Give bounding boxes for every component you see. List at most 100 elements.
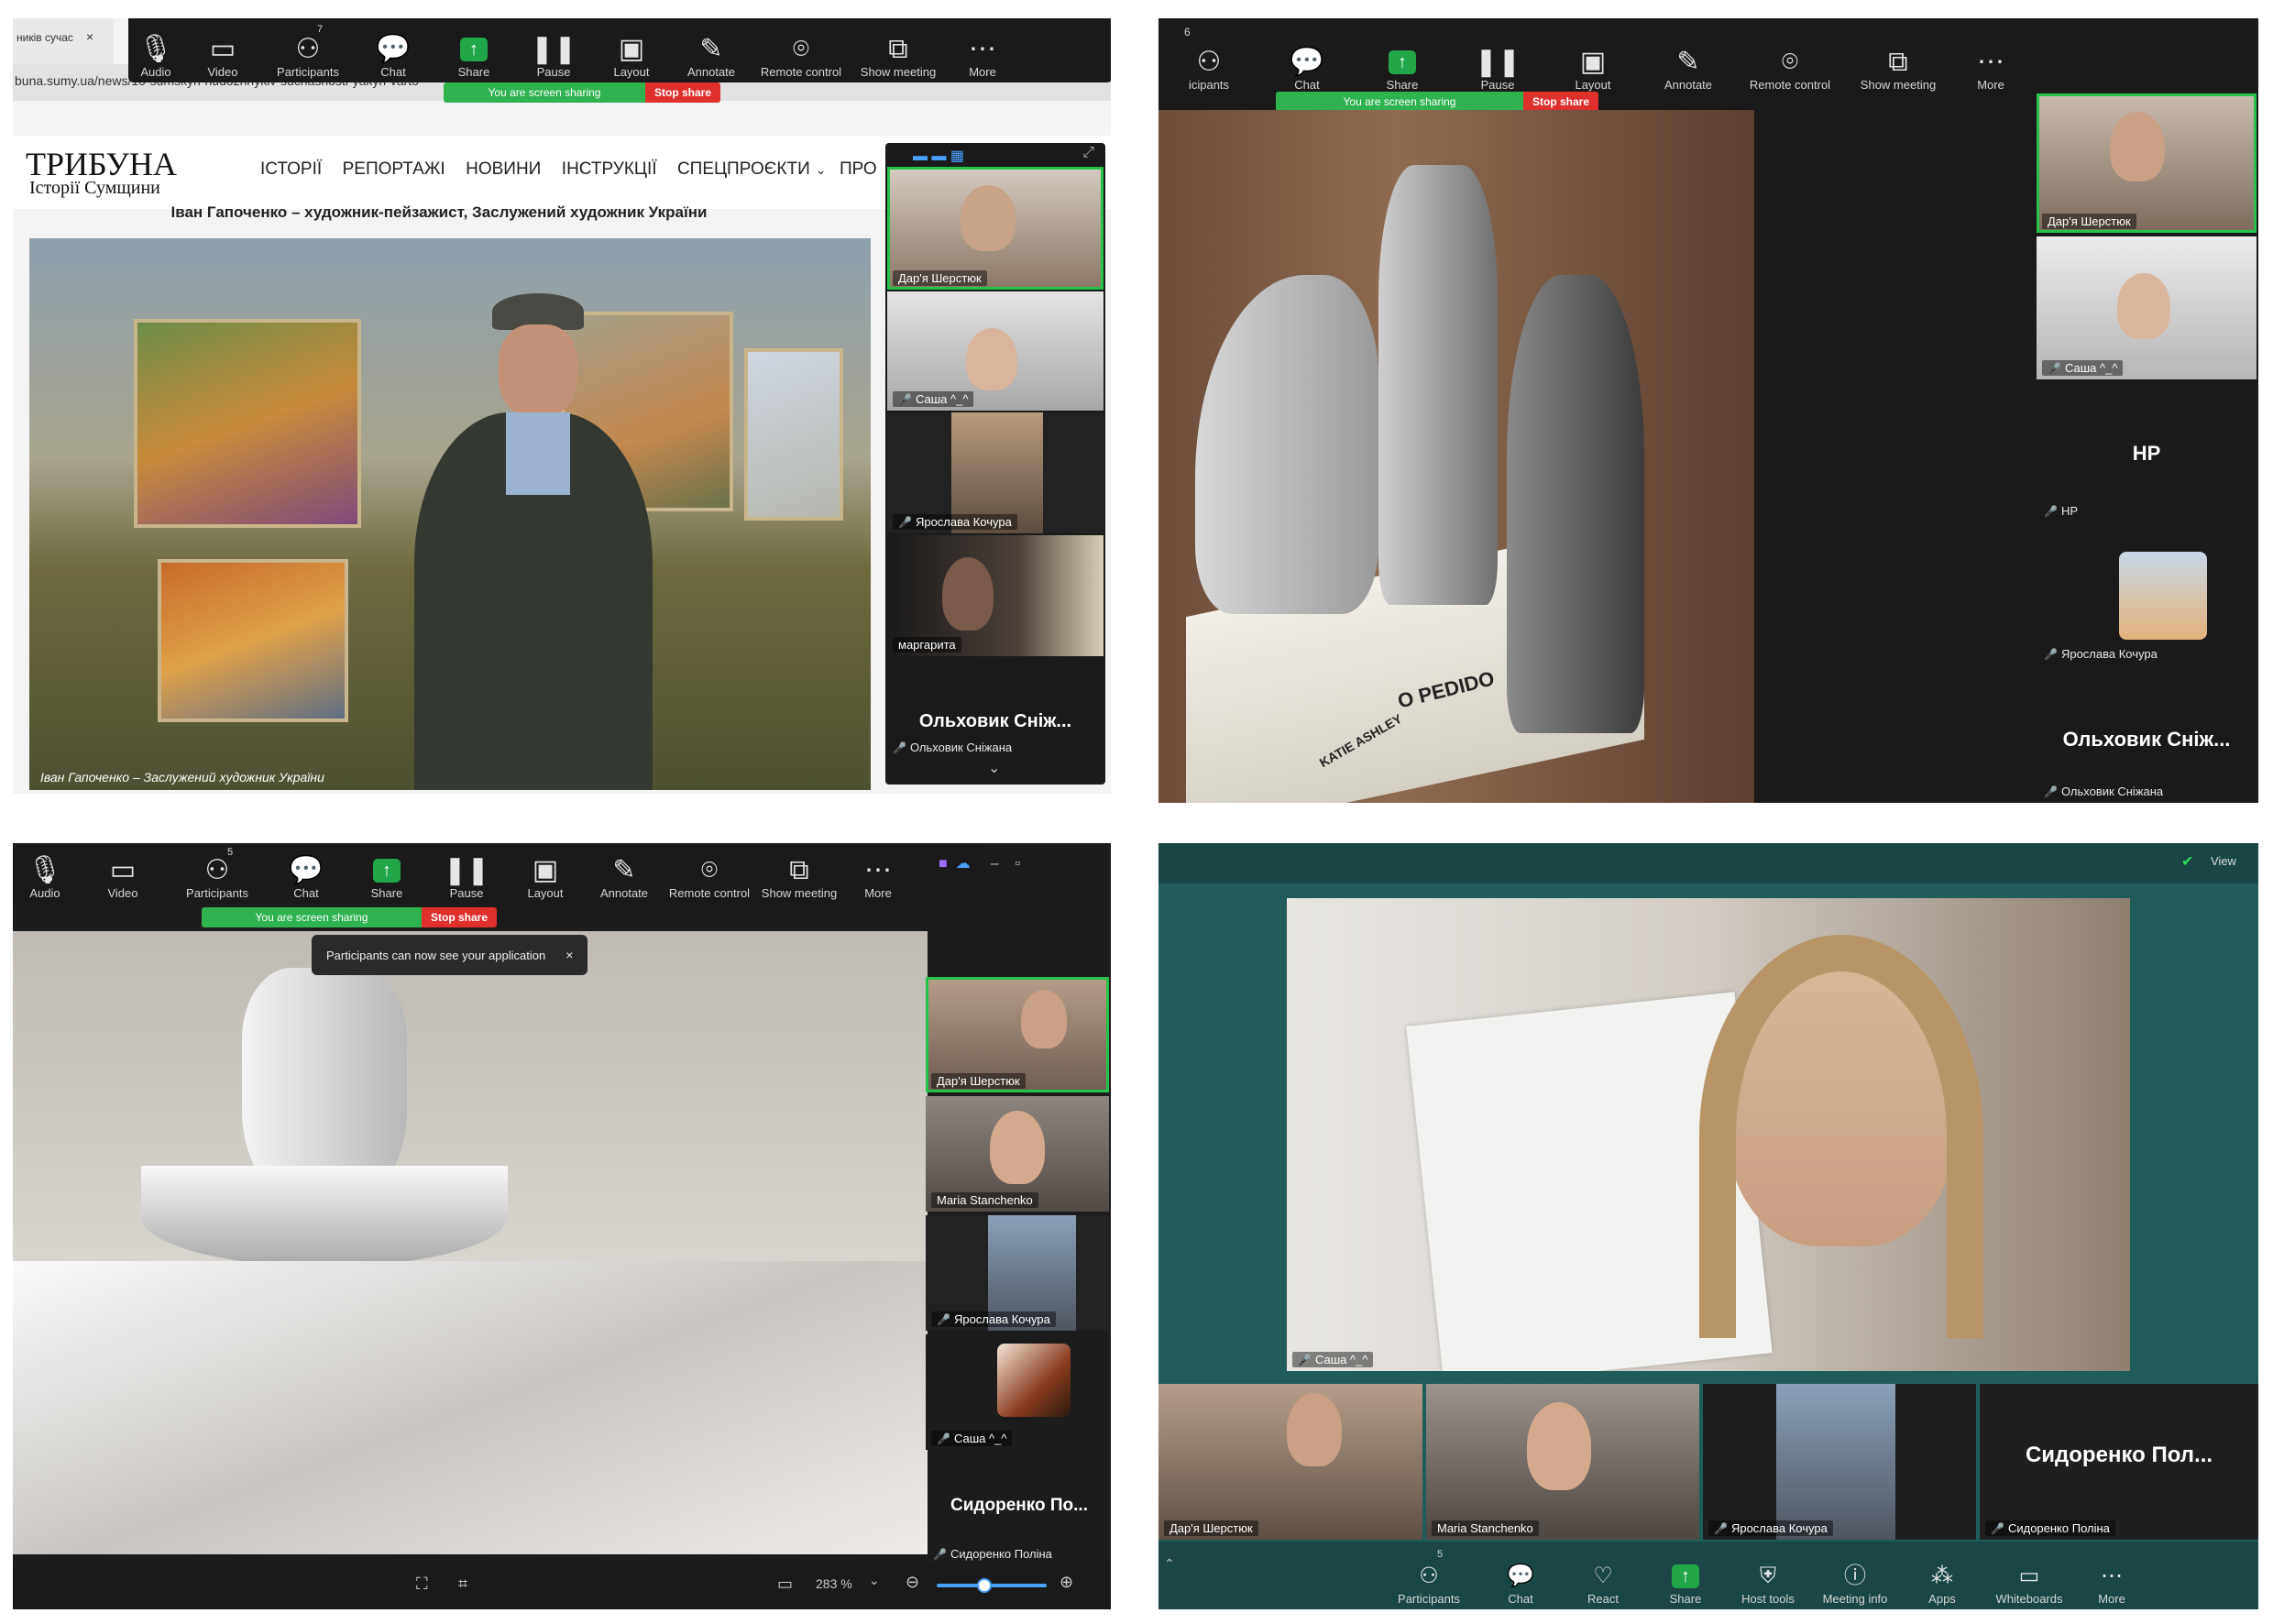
more-button[interactable]: ⋯ More <box>843 843 913 904</box>
participants-button[interactable]: ⚇ 5 Participants <box>1378 1542 1479 1609</box>
video-button[interactable]: ▭ Video <box>183 18 262 82</box>
encryption-shield-icon[interactable]: ✔ <box>2181 852 2193 871</box>
participant-tile[interactable]: 🎤 Саша ^_^ <box>887 291 1104 411</box>
participants-button[interactable]: ⚇ 5 Participants <box>169 843 266 904</box>
participant-tile[interactable]: Дар'я Шерстюк <box>926 977 1109 1092</box>
participant-tile[interactable]: Дар'я Шерстюк <box>2037 93 2257 233</box>
original-size-icon[interactable]: ▭ <box>777 1575 793 1594</box>
more-button[interactable]: ⋯ More <box>2075 1542 2148 1609</box>
host-tools-button[interactable]: ⛨ Host tools <box>1727 1542 1809 1609</box>
mouse-icon: ⌾ <box>793 34 809 64</box>
pause-button[interactable]: ❚❚ Pause <box>427 843 506 904</box>
participant-tile[interactable]: Maria Stanchenko <box>1426 1384 1699 1540</box>
whiteboards-button[interactable]: ▭ Whiteboards <box>1983 1542 2075 1609</box>
zoom-slider-handle[interactable] <box>977 1578 992 1593</box>
annotate-button[interactable]: ✎ Annotate <box>585 843 664 904</box>
annotate-button[interactable]: ✎ Annotate <box>1641 18 1736 95</box>
remote-control-button[interactable]: ⌾ Remote control <box>664 843 755 904</box>
share-button[interactable]: ↑ Share <box>1644 1542 1727 1609</box>
pause-button[interactable]: ❚❚ Pause <box>515 18 592 82</box>
stop-share-button[interactable]: Stop share <box>645 82 721 103</box>
zoom-percentage[interactable]: 283 % <box>816 1576 852 1591</box>
show-meeting-icon: ⧉ <box>789 855 809 885</box>
nav-pro[interactable]: ПРО <box>840 159 877 179</box>
participant-tile[interactable]: 🎤 Ярослава Кочура <box>926 1215 1109 1331</box>
participants-icon: ⚇ <box>295 34 321 64</box>
mic-muted-icon: 🎤 <box>898 393 912 406</box>
view-icons[interactable]: ▬ ▬ ▦ <box>913 147 964 165</box>
participant-tile[interactable]: 🎤 Ярослава Кочура <box>887 412 1104 533</box>
pitcher-image <box>13 931 928 1554</box>
nav-reportazhi[interactable]: РЕПОРТАЖІ <box>343 159 445 179</box>
participant-tile[interactable]: Maria Stanchenko <box>926 1096 1109 1212</box>
chevron-down-icon[interactable]: ⌄ <box>869 1573 880 1588</box>
share-button[interactable]: ↑ Share <box>433 18 515 82</box>
react-button[interactable]: ♡ React <box>1562 1542 1644 1609</box>
chat-button[interactable]: 💬 Chat <box>266 843 346 904</box>
scroll-down-icon[interactable]: ⌄ <box>988 759 1000 777</box>
toolbar-left-chevron[interactable]: ⌃ <box>1164 1556 1175 1572</box>
layout-button[interactable]: ▣ Layout <box>506 843 585 904</box>
audio-button[interactable]: 🎙 Audio <box>128 18 183 82</box>
expand-icon[interactable]: ⤢ <box>1082 145 1094 161</box>
participants-icon: ⚇ <box>1196 47 1222 77</box>
nav-instruktsii[interactable]: ІНСТРУКЦІЇ <box>562 159 657 179</box>
participants-button[interactable]: ⚇ 7 Participants <box>262 18 354 82</box>
minimize-icon[interactable]: – <box>991 856 999 872</box>
browser-tab[interactable]: ників сучас × <box>13 18 114 64</box>
camera-icon: ▭ <box>209 34 236 64</box>
participant-tile[interactable]: маргарита <box>887 535 1104 656</box>
stop-share-button[interactable]: Stop share <box>1523 92 1599 112</box>
participants-button[interactable]: ⚇ 6 icipants <box>1158 18 1259 95</box>
meeting-info-button[interactable]: ⓘ Meeting info <box>1809 1542 1901 1609</box>
layout-button[interactable]: ▣ Layout <box>1545 18 1641 95</box>
video-button[interactable]: ▭ Video <box>77 843 169 904</box>
remote-control-button[interactable]: ⌾ Remote control <box>752 18 851 82</box>
participant-tile[interactable]: Сидоренко Пол... 🎤 Сидоренко Поліна <box>1980 1384 2258 1540</box>
chat-button[interactable]: 💬 Chat <box>1259 18 1355 95</box>
participant-tile[interactable]: 🎤 Саша ^_^ <box>926 1334 1109 1450</box>
show-meeting-button[interactable]: ⧉ Show meeting <box>851 18 946 82</box>
window-controls[interactable]: ■ ☁ – ▫ <box>939 854 1020 872</box>
more-button[interactable]: ⋯ More <box>946 18 1019 82</box>
audio-button[interactable]: 🎙 Audio <box>13 843 77 904</box>
mic-muted-icon: 🎤 <box>2044 505 2058 518</box>
share-button[interactable]: ↑ Share <box>1355 18 1450 95</box>
zoom-toolbar: 🎙 Audio ▭ Video ⚇ 5 Participants 💬 Chat ↑ Shar… <box>13 843 984 904</box>
nav-spetsproekty[interactable]: СПЕЦПРОЄКТИ <box>677 159 810 179</box>
chat-button[interactable]: 💬 Chat <box>354 18 433 82</box>
nav-istorii[interactable]: ІСТОРІЇ <box>260 159 322 179</box>
annotate-button[interactable]: ✎ Annotate <box>671 18 752 82</box>
capture-icon[interactable]: ⌗ <box>458 1575 467 1594</box>
site-logo-subtitle: Історії Сумщини <box>29 178 160 198</box>
apps-button[interactable]: ⁂ Apps <box>1901 1542 1983 1609</box>
zoom-toolbar: ⌃ ⚇ 5 Participants 💬 Chat ♡ React ↑ Share ⛨ Ho… <box>1158 1542 2258 1609</box>
participant-avatar[interactable] <box>2119 552 2207 640</box>
main-speaker-tile[interactable]: 🎤 Саша ^_^ <box>1287 898 2130 1371</box>
nav-novyny[interactable]: НОВИНИ <box>466 159 541 179</box>
zoom-slider[interactable] <box>937 1578 1047 1593</box>
remote-control-button[interactable]: ⌾ Remote control <box>1736 18 1844 95</box>
more-button[interactable]: ⋯ More <box>1952 18 2029 95</box>
stop-share-button[interactable]: Stop share <box>422 907 498 927</box>
pause-button[interactable]: ❚❚ Pause <box>1450 18 1545 95</box>
zoom-in-icon[interactable]: ⊕ <box>1060 1573 1073 1592</box>
show-meeting-button[interactable]: ⧉ Show meeting <box>1844 18 1952 95</box>
chat-button[interactable]: 💬 Chat <box>1479 1542 1562 1609</box>
share-button[interactable]: ↑ Share <box>346 843 427 904</box>
zoom-out-icon[interactable]: ⊖ <box>906 1573 919 1592</box>
restore-icon[interactable]: ▫ <box>1015 856 1020 872</box>
show-meeting-button[interactable]: ⧉ Show meeting <box>755 843 843 904</box>
participant-tile[interactable]: 🎤 Саша ^_^ <box>2037 236 2257 379</box>
whiteboard-icon: ▭ <box>2018 1564 2040 1588</box>
participant-tile[interactable]: Дар'я Шерстюк <box>887 167 1104 290</box>
fit-icon[interactable]: ⛶ <box>416 1575 428 1594</box>
participant-name-large: Ольховик Сніж... <box>2062 728 2231 751</box>
participant-tile[interactable]: 🎤 Ярослава Кочура <box>1703 1384 1976 1540</box>
participant-tile[interactable]: Дар'я Шерстюк <box>1158 1384 1422 1540</box>
close-icon[interactable]: × <box>566 948 573 962</box>
view-button[interactable]: View <box>2211 854 2236 868</box>
participant-face <box>942 557 994 631</box>
layout-button[interactable]: ▣ Layout <box>592 18 671 82</box>
tab-close-icon[interactable]: × <box>86 29 93 44</box>
